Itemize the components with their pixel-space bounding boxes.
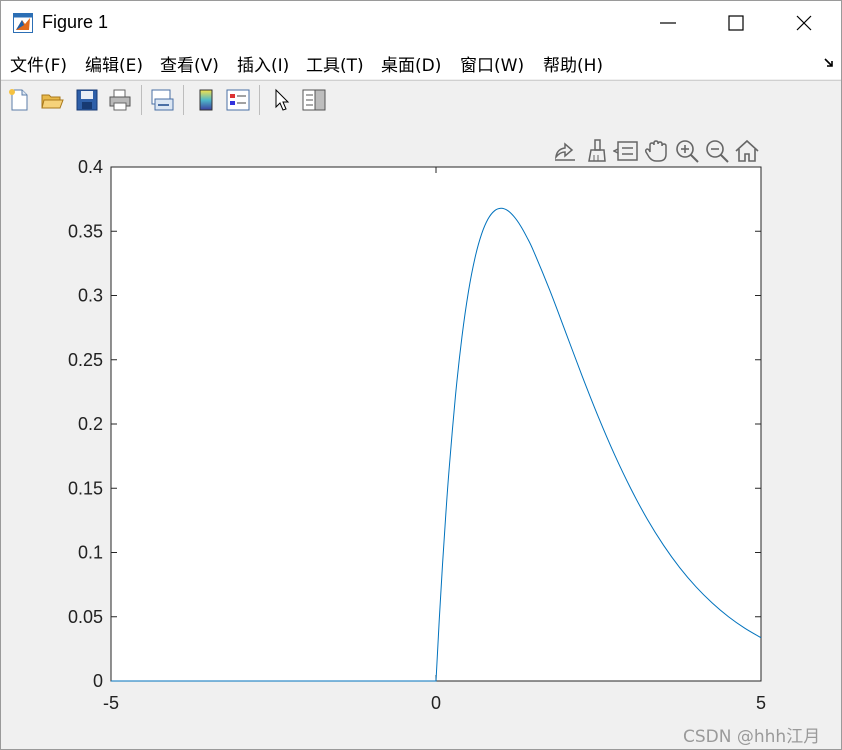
pan-hand-icon[interactable] [643, 137, 671, 165]
export-icon[interactable] [551, 137, 579, 165]
x-tick-label: 5 [756, 693, 766, 713]
x-tick-label: -5 [103, 693, 119, 713]
y-tick-label: 0.4 [78, 157, 103, 177]
y-tick-label: 0 [93, 671, 103, 691]
y-tick-label: 0.1 [78, 543, 103, 563]
zoom-in-icon[interactable] [673, 137, 701, 165]
y-tick-label: 0.2 [78, 414, 103, 434]
y-tick-label: 0.25 [68, 350, 103, 370]
watermark-text: CSDN @hhh江月 [683, 727, 821, 747]
axes-background[interactable] [110, 166, 762, 682]
y-tick-label: 0.05 [68, 607, 103, 627]
y-tick-label: 0.3 [78, 286, 103, 306]
data-tips-icon[interactable] [613, 137, 641, 165]
brush-icon[interactable] [583, 137, 611, 165]
figure-window: Figure 1 文件(F) 编辑(E) 查看(V) 插入(I) 工具(T) 桌… [0, 0, 842, 750]
restore-view-home-icon[interactable] [733, 137, 761, 165]
y-tick-label: 0.35 [68, 221, 103, 241]
x-tick-label: 0 [431, 693, 441, 713]
y-tick-label: 0.15 [68, 478, 103, 498]
zoom-out-icon[interactable] [703, 137, 731, 165]
plot-svg: -5 0 500.050.10.150.20.250.30.350.4 [68, 157, 766, 713]
axes-toolbar [551, 137, 765, 165]
